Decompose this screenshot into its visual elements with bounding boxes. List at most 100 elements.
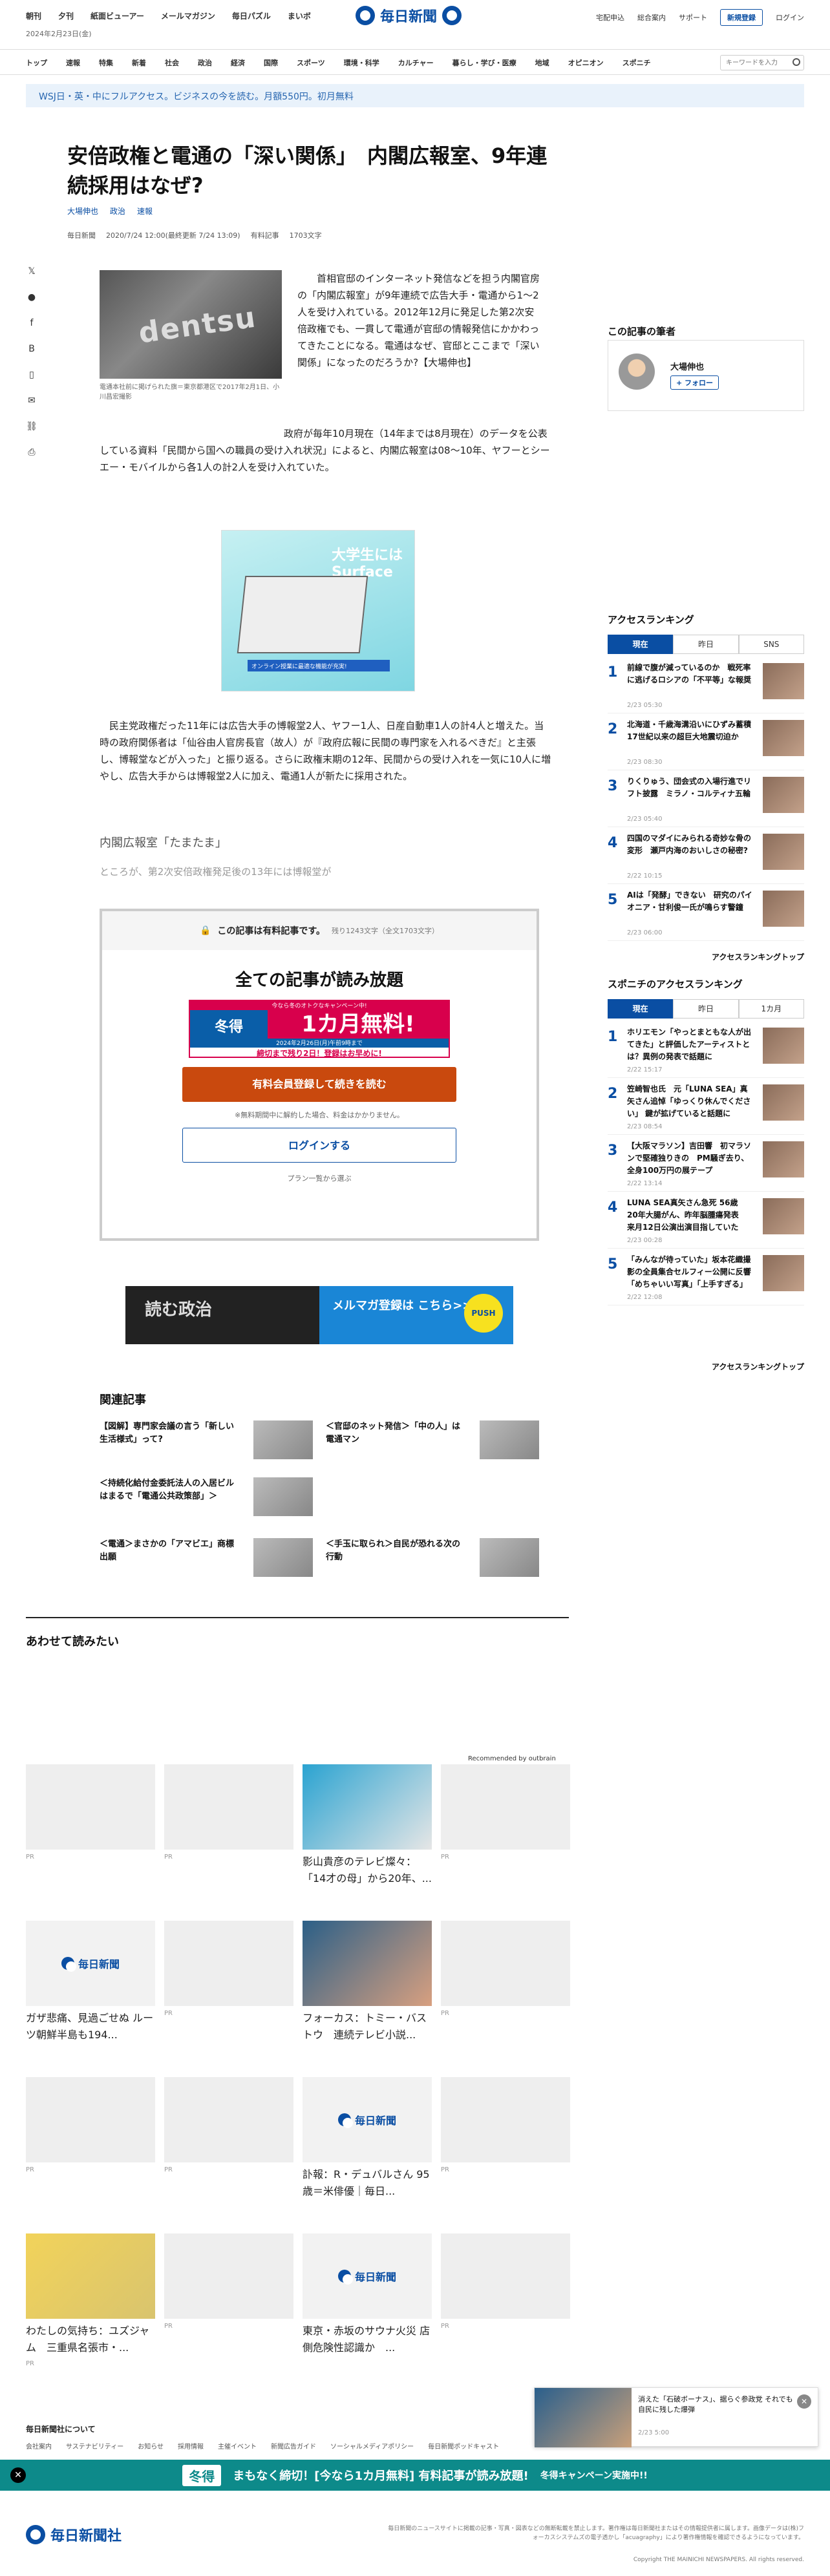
top-link-morning[interactable]: 朝刊 xyxy=(26,10,41,21)
ranking-item[interactable]: 3 りくりゅう、団会式の入場行進でリフト披露 ミラノ・コルティナ五輪 2/23 05… xyxy=(608,776,804,827)
nav-item[interactable]: 暮らし・学び・医療 xyxy=(452,58,516,68)
related-item[interactable]: ＜持続化給付金委託法人の入居ビルはまるで「電通公共政策部」＞ xyxy=(100,1477,313,1523)
related-item[interactable]: ＜手玉に取られ＞自民が恐れる次の行動 xyxy=(326,1538,539,1583)
ranking-item[interactable]: 1 前線で腹が減っているのか 戦死率に逃げるロシアの「不平等」な報奨 2/23 05… xyxy=(608,662,804,713)
recommend-card[interactable]: 毎日新聞 訃報：R・デュバルさん 95歳＝米俳優｜毎日... xyxy=(303,2077,432,2204)
search-input[interactable] xyxy=(720,55,804,70)
footer-link[interactable]: 採用情報 xyxy=(178,2441,204,2451)
recommend-card[interactable]: PR xyxy=(164,2077,293,2173)
campaign-banner[interactable]: 今なら冬のオトクなキャンペーン中! 冬得 1カ月無料! 2024年2月26日(月… xyxy=(189,1000,450,1058)
nav-item[interactable]: カルチャー xyxy=(398,58,434,68)
nav-item[interactable]: 政治 xyxy=(198,58,212,68)
ranking-item[interactable]: 3 【大阪マラソン】吉田響 初マラソンで堅確独りきの PM騒ぎ去り、全身100万円… xyxy=(608,1140,804,1192)
footer-logo[interactable]: 毎日新聞社 xyxy=(26,2524,122,2545)
paywall-login-button[interactable]: ログインする xyxy=(182,1128,456,1163)
follow-button[interactable]: + フォロー xyxy=(670,375,719,390)
author-link[interactable]: 大場伸也 xyxy=(67,206,98,216)
recommend-card[interactable]: PR xyxy=(164,1764,293,1861)
nav-item[interactable]: 速報 xyxy=(66,58,80,68)
recommend-card[interactable]: PR xyxy=(164,1921,293,2017)
nav-item[interactable]: 国際 xyxy=(264,58,278,68)
facebook-icon[interactable]: f xyxy=(26,318,37,328)
subscribe-link[interactable]: 宅配申込 xyxy=(596,12,624,23)
hatena-icon[interactable]: B xyxy=(26,344,37,354)
footer-link[interactable]: ソーシャルメディアポリシー xyxy=(330,2441,414,2451)
top-link-maibo[interactable]: まいボ xyxy=(288,10,311,21)
footer-link[interactable]: 会社案内 xyxy=(26,2441,52,2451)
nav-item[interactable]: 新着 xyxy=(132,58,146,68)
footer-link[interactable]: 新聞広告ガイド xyxy=(271,2441,316,2451)
link-icon[interactable]: ⛓ xyxy=(26,421,37,432)
recommend-card[interactable]: 毎日新聞 東京・赤坂のサウナ火災 店側危険性認識か ... xyxy=(303,2233,432,2360)
footer-link[interactable]: 毎日新聞ポッドキャスト xyxy=(428,2441,499,2451)
news-toast[interactable]: 消えた「石破ボーナス」、据らぐ参政党 それでも自民に残した爆弾 2/23 5:0… xyxy=(534,2387,818,2447)
site-logo[interactable]: 毎日新聞 xyxy=(356,5,462,26)
author-name[interactable]: 大場伸也 xyxy=(670,360,704,372)
tab-now[interactable]: 現在 xyxy=(608,635,674,654)
ranking-item[interactable]: 2 北海道・千歳海溝沿いにひずみ蓄積 17世紀以来の超巨大地震切迫か 2/23 08… xyxy=(608,719,804,770)
top-link-viewer[interactable]: 紙面ビューアー xyxy=(90,10,144,21)
ranking-more-link[interactable]: アクセスランキングトップ xyxy=(712,951,804,962)
mail-icon[interactable]: ✉ xyxy=(26,396,37,406)
surface-ad[interactable]: 大学生には Surface オンライン授業に最適な機能が充実! xyxy=(221,530,415,692)
recommend-card[interactable]: PR xyxy=(26,2077,155,2173)
register-cta-button[interactable]: 有料会員登録して続きを読む xyxy=(182,1067,456,1102)
nav-item[interactable]: 社会 xyxy=(165,58,179,68)
login-link[interactable]: ログイン xyxy=(776,12,804,23)
nav-item[interactable]: 地域 xyxy=(535,58,549,68)
footer-link[interactable]: お知らせ xyxy=(138,2441,164,2451)
ranking-item[interactable]: 4 四国のマダイにみられる奇妙な骨の変形 瀬戸内海のおいしさの秘密? 2/22 10… xyxy=(608,832,804,884)
newsletter-ad[interactable]: 読む政治 メルマガ登録は こちら>>> PUSH xyxy=(125,1286,513,1344)
close-icon[interactable]: ✕ xyxy=(10,2467,26,2483)
info-link[interactable]: 総合案内 xyxy=(637,12,666,23)
recommend-card[interactable]: PR xyxy=(164,2233,293,2330)
tab-sns[interactable]: SNS xyxy=(738,635,804,654)
recommend-card[interactable]: PR xyxy=(441,1764,570,1861)
bottom-campaign-banner[interactable]: 冬得 まもなく締切！[今なら1カ月無料] 有料記事が読み放題! 冬得キャンペーン… xyxy=(0,2460,830,2491)
footer-link[interactable]: サステナビリティー xyxy=(66,2441,123,2451)
tag-breaking[interactable]: 速報 xyxy=(137,206,153,216)
top-link-evening[interactable]: 夕刊 xyxy=(58,10,74,21)
ranking-item[interactable]: 5 AIは「発酵」できない 研究のパイオニア・甘利俊一氏が鳴らす警鐘 2/23 06… xyxy=(608,889,804,941)
recommend-card[interactable]: わたしの気持ち：ユズジャム 三重県名張市・... PR xyxy=(26,2233,155,2367)
top-link-mail[interactable]: メールマガジン xyxy=(161,10,215,21)
recommend-card[interactable]: PR xyxy=(441,2233,570,2330)
nav-item[interactable]: オピニオン xyxy=(568,58,604,68)
related-item[interactable]: ＜電通＞まさかの「アマビエ」商標出願 xyxy=(100,1538,313,1583)
recommend-card[interactable]: 毎日新聞 ガザ悲痛、見過ごせぬ ルーツ朝鮮半島も194... xyxy=(26,1921,155,2047)
recommend-card[interactable]: PR xyxy=(26,1764,155,1861)
wsj-banner[interactable]: WSJ日・英・中にフルアクセス。ビジネスの今を読む。月額550円。初月無料 xyxy=(26,84,804,107)
recommend-card[interactable]: PR xyxy=(441,2077,570,2173)
ranking-item[interactable]: 5 「みんなが待っていた」坂本花織撮影の全員集合セルフィー公開に反響「めちゃいい写… xyxy=(608,1254,804,1305)
related-item[interactable]: 【図解】専門家会議の言う「新しい生活様式」って? xyxy=(100,1420,313,1466)
recommend-card[interactable]: 影山貴彦のテレビ燦々：「14才の母」から20年、... xyxy=(303,1764,432,1891)
nav-item[interactable]: 環境・科学 xyxy=(344,58,379,68)
ranking-more-link[interactable]: アクセスランキングトップ xyxy=(712,1361,804,1372)
close-icon[interactable]: ✕ xyxy=(797,2394,811,2409)
register-button[interactable]: 新規登録 xyxy=(720,9,763,26)
recommend-card[interactable]: フォーカス：トミー・バストウ 連続テレビ小説... xyxy=(303,1921,432,2047)
tab-now[interactable]: 現在 xyxy=(608,999,674,1019)
search-icon[interactable] xyxy=(793,58,800,66)
recommend-card[interactable]: PR xyxy=(441,1921,570,2017)
bookmark-icon[interactable]: ▯ xyxy=(26,370,37,380)
nav-item[interactable]: トップ xyxy=(26,58,47,68)
tag-politics[interactable]: 政治 xyxy=(110,206,125,216)
nav-item[interactable]: スポニチ xyxy=(622,58,651,68)
ranking-item[interactable]: 2 笠崎智也氏 元「LUNA SEA」真矢さん追悼「ゆっくり休んでください」 鍵が… xyxy=(608,1083,804,1135)
tab-month[interactable]: 1カ月 xyxy=(738,999,804,1019)
x-share-icon[interactable]: 𝕏 xyxy=(26,266,37,277)
related-item[interactable]: ＜官邸のネット発信＞「中の人」は電通マン xyxy=(326,1420,539,1466)
ranking-item[interactable]: 4 LUNA SEA真矢さん急死 56歳 20年大腸がん、昨年脳腫瘍発表 来月12… xyxy=(608,1197,804,1249)
ranking-item[interactable]: 1 ホリエモン「やっとまともな人が出てきた」と評価したアーティストとは？異例の発表… xyxy=(608,1026,804,1078)
comment-icon[interactable]: ● xyxy=(26,292,37,302)
nav-item[interactable]: スポーツ xyxy=(297,58,325,68)
nav-item[interactable]: 特集 xyxy=(99,58,113,68)
top-link-puzzle[interactable]: 毎日パズル xyxy=(232,10,271,21)
plan-link[interactable]: プラン一覧から選ぶ xyxy=(102,1173,537,1183)
nav-item[interactable]: 経済 xyxy=(231,58,245,68)
support-link[interactable]: サポート xyxy=(679,12,707,23)
tab-yesterday[interactable]: 昨日 xyxy=(673,999,739,1019)
print-icon[interactable]: ⎙ xyxy=(26,447,37,458)
footer-link[interactable]: 主催イベント xyxy=(218,2441,257,2451)
